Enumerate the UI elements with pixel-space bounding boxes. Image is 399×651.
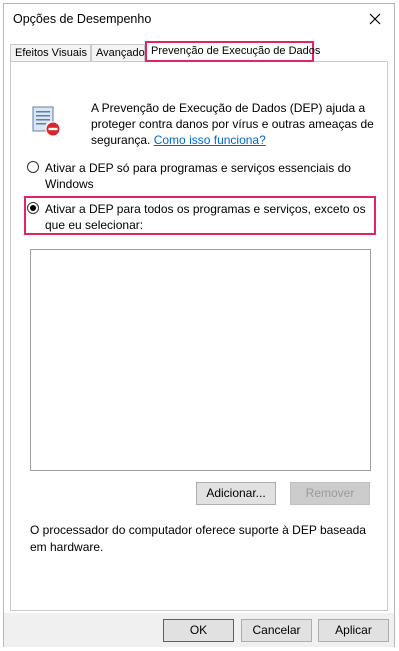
option-all-except-label: Ativar a DEP para todos os programas e s… [45, 202, 366, 232]
dep-shield-icon [29, 104, 63, 138]
dep-description: A Prevenção de Execução de Dados (DEP) a… [91, 100, 381, 148]
tab-dep[interactable]: Prevenção de Execução de Dados [145, 41, 320, 62]
cancel-button[interactable]: Cancelar [241, 619, 312, 642]
ok-button[interactable]: OK [163, 619, 234, 642]
performance-options-dialog: Opções de Desempenho Efeitos Visuais Ava… [3, 3, 395, 647]
window-title: Opções de Desempenho [13, 12, 152, 26]
dep-panel: A Prevenção de Execução de Dados (DEP) a… [10, 61, 388, 611]
hardware-support-text: O processador do computador oferece supo… [30, 523, 366, 554]
remove-button[interactable]: Remover [290, 482, 370, 505]
title-bar: Opções de Desempenho [4, 4, 394, 34]
tab-advanced[interactable]: Avançado [91, 44, 145, 61]
option-all-except[interactable]: Ativar a DEP para todos os programas e s… [27, 201, 377, 233]
radio-all-except[interactable] [27, 202, 39, 214]
close-icon[interactable] [364, 8, 386, 30]
dialog-button-bar: OK Cancelar Aplicar [4, 613, 394, 647]
apply-button[interactable]: Aplicar [318, 619, 389, 642]
option-essential-only-label: Ativar a DEP só para programas e serviço… [45, 161, 351, 191]
add-button[interactable]: Adicionar... [196, 482, 276, 505]
radio-essential-only[interactable] [27, 161, 39, 173]
tab-visual-effects[interactable]: Efeitos Visuais [10, 44, 91, 61]
how-it-works-link[interactable]: Como isso funciona? [154, 133, 266, 147]
option-essential-only[interactable]: Ativar a DEP só para programas e serviço… [27, 160, 377, 192]
exception-list[interactable] [30, 249, 371, 471]
